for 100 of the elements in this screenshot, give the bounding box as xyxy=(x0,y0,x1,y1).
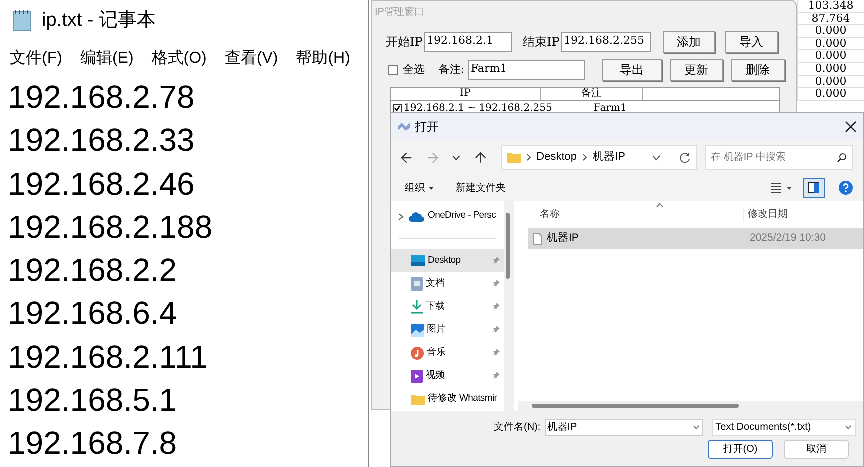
checkbox[interactable] xyxy=(388,65,398,75)
chevron-right-icon[interactable] xyxy=(398,212,404,221)
table-cell: 0.000 xyxy=(797,88,864,101)
chevron-down-icon xyxy=(692,425,700,430)
table-cell: 103.348 xyxy=(797,0,864,13)
desktop-icon xyxy=(411,255,425,266)
sidebar-label: 图片 xyxy=(427,322,448,337)
help-icon[interactable] xyxy=(839,181,853,195)
sidebar-item[interactable]: 文档 xyxy=(391,272,504,296)
sidebar-label: 视频 xyxy=(426,369,446,384)
dialog-button[interactable]: 删除 xyxy=(731,59,785,81)
address-bar[interactable]: Desktop 机器IP xyxy=(500,145,698,170)
search-icon[interactable] xyxy=(836,152,847,162)
folder-icon xyxy=(506,152,521,163)
text-line: 192.168.2.2 xyxy=(8,251,178,290)
sidebar-label: 待修改 Whatsmir xyxy=(428,392,498,406)
sidebar-label: 文档 xyxy=(426,276,446,291)
cloud-icon xyxy=(409,212,425,222)
text-line: 192.168.6.4 xyxy=(8,294,178,334)
sidebar-item[interactable]: 待修改 Whatsmir xyxy=(391,388,504,411)
field-label: 文件名(N): xyxy=(494,420,541,435)
search-field[interactable]: 在 机器IP 中搜索 xyxy=(705,145,853,170)
file-icon xyxy=(533,232,542,244)
column-header[interactable]: 备注 xyxy=(541,88,643,100)
text-line: 192.168.2.111 xyxy=(8,338,209,377)
table-cell: 0.000 xyxy=(797,50,864,63)
table-cell-text: Farm1 xyxy=(594,102,627,116)
download-icon xyxy=(411,300,423,314)
caret-icon xyxy=(429,186,434,190)
sidebar-item[interactable]: 音乐 xyxy=(391,342,504,365)
field-value: Text Documents(*.txt) xyxy=(716,421,812,435)
text-line: 192.168.5.1 xyxy=(8,381,178,420)
field-label: 结束IP xyxy=(523,34,561,51)
dialog-button[interactable]: 打开(O) xyxy=(708,440,773,459)
menu-item[interactable]: 查看(V) xyxy=(224,47,278,71)
dialog-button[interactable]: 添加 xyxy=(663,31,715,53)
note-field[interactable]: Farm1 xyxy=(468,60,585,80)
end-ip-field[interactable]: 192.168.2.255 xyxy=(561,32,651,52)
text-line: 192.168.7.8 xyxy=(8,424,178,464)
sidebar-label: 音乐 xyxy=(427,346,448,360)
document-icon xyxy=(411,276,423,291)
checkbox[interactable] xyxy=(393,104,402,112)
menu-item[interactable]: 编辑(E) xyxy=(80,47,134,71)
table-cell: 0.000 xyxy=(797,76,864,88)
column-header[interactable]: IP xyxy=(391,88,541,100)
up-arrow-icon[interactable] xyxy=(475,152,487,164)
scrollbar-thumb[interactable] xyxy=(506,213,510,279)
menu-item[interactable]: 帮助(H) xyxy=(296,47,350,71)
filename-field[interactable]: 机器IP xyxy=(544,419,703,436)
text-line: 192.168.2.78 xyxy=(8,78,196,117)
sort-caret-icon xyxy=(656,203,664,208)
dialog-button[interactable]: 导出 xyxy=(602,59,662,81)
scrollbar-thumb[interactable] xyxy=(532,404,739,408)
table-cell: 0.000 xyxy=(797,25,864,38)
notepad-icon xyxy=(12,9,34,33)
sidebar-item[interactable]: Desktop xyxy=(391,249,504,272)
chevron-down-icon xyxy=(844,425,852,430)
breadcrumb-item[interactable]: Desktop xyxy=(536,149,578,166)
chevron-right-icon xyxy=(583,154,588,161)
video-icon xyxy=(411,370,423,383)
sidebar-label: 下载 xyxy=(426,300,446,314)
field-label: 备注: xyxy=(439,62,466,78)
file-type-dropdown[interactable]: Text Documents(*.txt) xyxy=(712,419,856,436)
chevron-down-icon[interactable] xyxy=(452,154,462,160)
sidebar-item[interactable]: OneDrive - Persc xyxy=(391,205,504,228)
column-header[interactable]: 修改日期 xyxy=(743,206,788,222)
back-arrow-icon[interactable] xyxy=(401,152,413,164)
window-title: ip.txt - 记事本 xyxy=(42,8,156,33)
preview-pane-icon[interactable] xyxy=(803,178,825,198)
search-placeholder: 在 机器IP 中搜索 xyxy=(711,150,787,165)
file-date: 2025/2/19 10:30 xyxy=(750,230,826,246)
menu-item[interactable]: 文件(F) xyxy=(10,47,62,71)
sidebar-item[interactable]: 图片 xyxy=(391,318,504,342)
app-icon xyxy=(397,122,411,132)
field-label: 开始IP xyxy=(386,34,424,51)
dialog-button[interactable]: 更新 xyxy=(670,59,723,81)
picture-icon xyxy=(411,324,424,337)
sidebar-label: OneDrive - Persc xyxy=(428,209,498,224)
window-title: IP管理窗口 xyxy=(374,6,426,20)
sidebar-item[interactable]: 视频 xyxy=(391,364,504,388)
new-folder-button[interactable]: 新建文件夹 xyxy=(456,180,506,196)
dialog-button[interactable]: 导入 xyxy=(725,31,778,53)
organize-menu[interactable]: 组织 xyxy=(405,180,434,196)
text-line: 192.168.2.46 xyxy=(8,164,196,204)
table-cell: 87.764 xyxy=(797,12,864,26)
close-icon[interactable] xyxy=(845,120,857,132)
start-ip-field[interactable]: 192.168.2.1 xyxy=(424,32,512,52)
dialog-button[interactable]: 取消 xyxy=(784,440,849,459)
column-header[interactable]: 名称 xyxy=(528,206,743,222)
file-name: 机器IP xyxy=(547,230,580,246)
refresh-icon[interactable] xyxy=(679,152,692,164)
chevron-down-icon[interactable] xyxy=(652,154,662,160)
file-row[interactable]: 机器IP 2025/2/19 10:30 xyxy=(528,228,863,249)
menu-item[interactable]: 格式(O) xyxy=(152,47,207,71)
breadcrumb-item[interactable]: 机器IP xyxy=(593,149,626,166)
table-cell: 0.000 xyxy=(797,38,864,50)
text-line: 192.168.2.188 xyxy=(8,208,214,247)
checkbox-label: 全选 xyxy=(403,62,426,78)
view-list-icon[interactable] xyxy=(771,183,793,193)
sidebar-item[interactable]: 下载 xyxy=(391,295,504,318)
